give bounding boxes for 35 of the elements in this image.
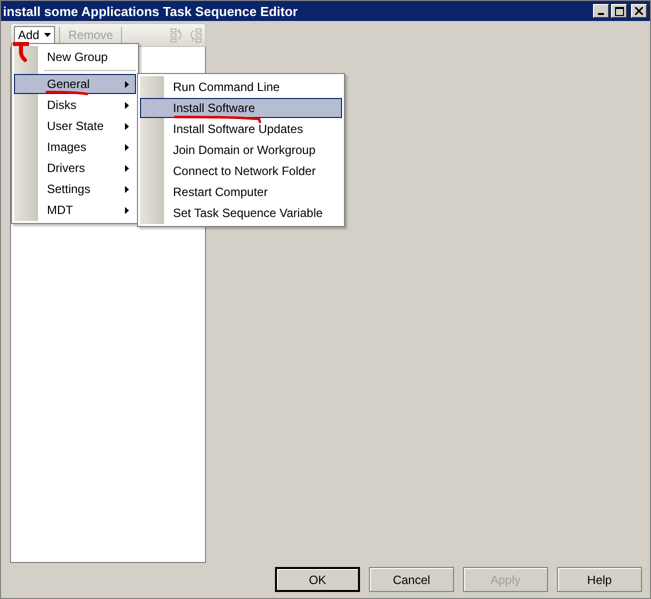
menu-item[interactable]: Install Software Updates	[140, 119, 342, 139]
menu-item[interactable]: Run Command Line	[140, 77, 342, 97]
window-title: install some Applications Task Sequence Editor	[3, 4, 299, 18]
submenu-arrow-icon	[125, 102, 129, 108]
annotation-drawing	[13, 41, 29, 63]
menu-item[interactable]: Install Software	[140, 98, 342, 118]
menu-item[interactable]: Set Task Sequence Variable	[140, 203, 342, 223]
maximize-icon	[614, 6, 624, 16]
menu-item[interactable]: Drivers	[14, 158, 136, 178]
add-button[interactable]: Add	[14, 26, 56, 44]
dialog-button[interactable]: OK	[275, 567, 360, 592]
menu-item[interactable]: Disks	[14, 95, 136, 115]
menu-item[interactable]: Settings	[14, 179, 136, 199]
menu-item[interactable]: Join Domain or Workgroup	[140, 140, 342, 160]
submenu-arrow-icon	[125, 80, 129, 88]
maximize-button[interactable]	[611, 4, 627, 18]
menu-item[interactable]: Connect to Network Folder	[140, 161, 342, 181]
close-button[interactable]	[631, 4, 647, 18]
annotation-underline	[45, 90, 90, 96]
submenu-arrow-icon	[125, 144, 129, 150]
dialog-button[interactable]: Cancel	[369, 567, 454, 592]
menu-item[interactable]: MDT	[14, 200, 136, 220]
submenu-arrow-icon	[125, 206, 129, 214]
menu-item[interactable]: General	[14, 74, 136, 94]
submenu-arrow-icon	[125, 186, 129, 192]
close-icon	[635, 7, 643, 15]
caret-icon	[44, 33, 52, 37]
minimize-button[interactable]	[593, 4, 609, 18]
dialog-button[interactable]: Help	[557, 567, 642, 592]
menu-item[interactable]: New Group	[14, 47, 136, 67]
submenu-arrow-icon	[125, 122, 129, 130]
submenu-arrow-icon	[125, 164, 129, 172]
menu-item[interactable]: User State	[14, 116, 136, 136]
menu-item[interactable]: Images	[14, 137, 136, 157]
menu-item[interactable]: Restart Computer	[140, 182, 342, 202]
